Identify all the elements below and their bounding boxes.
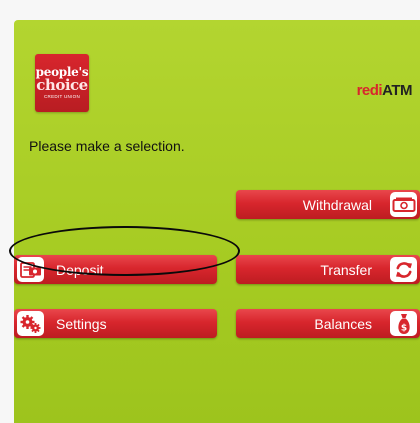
settings-label: Settings [56,315,107,332]
atm-screen: people's choice CREDIT UNION rediATM Ple… [14,20,420,423]
svg-text:$: $ [400,323,406,333]
transfer-button[interactable]: Transfer [236,255,420,284]
rediatm-logo: rediATM [356,82,413,99]
peoples-choice-logo: people's choice CREDIT UNION [35,54,89,112]
withdrawal-button[interactable]: Withdrawal [236,190,420,219]
withdrawal-label: Withdrawal [302,196,372,213]
balances-button[interactable]: Balances $ [236,309,420,338]
transfer-arrows-icon [390,257,417,282]
balances-label: Balances [314,315,372,332]
money-bag-icon: $ [390,311,417,336]
cash-icon [390,192,417,217]
deposit-button[interactable]: Deposit [14,255,217,284]
settings-button[interactable]: Settings [14,309,217,338]
rediatm-suffix: ATM [382,82,412,99]
logo-text-line3: CREDIT UNION [43,94,81,99]
transfer-label: Transfer [320,261,372,278]
gears-icon [17,311,44,336]
logo-text-line2: choice [36,76,88,94]
selection-prompt: Please make a selection. [29,138,185,154]
deposit-card-icon [17,257,44,282]
rediatm-prefix: redi [356,82,383,99]
deposit-label: Deposit [56,261,104,278]
